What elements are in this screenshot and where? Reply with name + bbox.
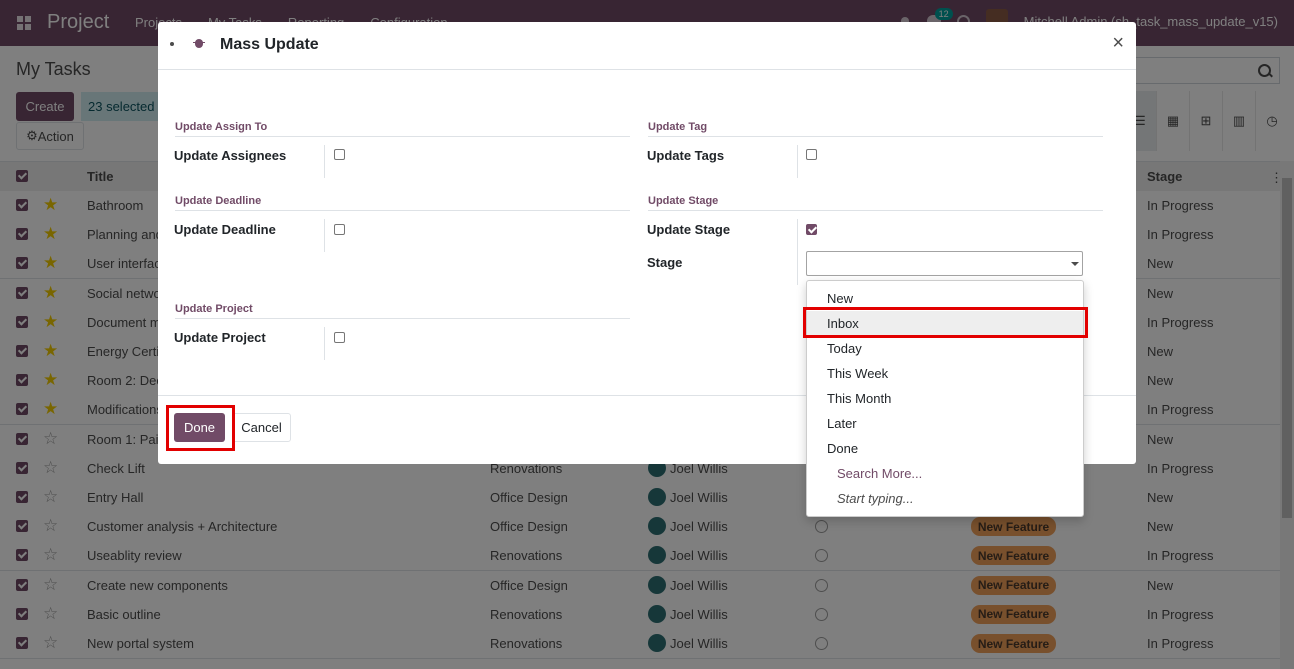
- group-divider: [175, 318, 630, 319]
- update-assignees-label: Update Assignees: [174, 148, 287, 163]
- group-divider: [648, 210, 1103, 211]
- group-divider: [175, 210, 630, 211]
- update-tags-checkbox[interactable]: [806, 149, 817, 160]
- bug-icon: [193, 37, 205, 49]
- field-separator: [797, 145, 798, 178]
- chevron-down-icon[interactable]: [1071, 262, 1079, 266]
- group-tag-title: Update Tag: [648, 121, 708, 133]
- stage-option-later[interactable]: Later: [807, 411, 1083, 436]
- search-more-link[interactable]: Search More...: [807, 461, 1083, 486]
- field-separator: [324, 145, 325, 178]
- dialog-header: Mass Update ×: [158, 22, 1136, 70]
- update-deadline-label: Update Deadline: [174, 222, 276, 237]
- update-tags-label: Update Tags: [647, 148, 725, 163]
- group-divider: [648, 136, 1103, 137]
- field-separator: [324, 327, 325, 360]
- field-separator: [324, 219, 325, 252]
- update-project-label: Update Project: [174, 330, 266, 345]
- group-project-title: Update Project: [175, 303, 253, 315]
- stage-field-label: Stage: [647, 255, 683, 270]
- group-stage-title: Update Stage: [648, 195, 719, 207]
- update-deadline-checkbox[interactable]: [334, 224, 345, 235]
- done-button-highlight: [166, 405, 235, 451]
- stage-option-this-month[interactable]: This Month: [807, 386, 1083, 411]
- update-stage-label: Update Stage: [647, 222, 731, 237]
- start-typing-hint: Start typing...: [837, 491, 914, 506]
- stage-option-today[interactable]: Today: [807, 336, 1083, 361]
- cancel-button[interactable]: Cancel: [232, 413, 291, 442]
- update-assignees-checkbox[interactable]: [334, 149, 345, 160]
- update-stage-checkbox[interactable]: [806, 224, 817, 235]
- inbox-option-highlight: [803, 307, 1088, 338]
- dialog-title: Mass Update: [220, 36, 319, 53]
- close-icon[interactable]: ×: [1112, 33, 1124, 53]
- stage-option-done[interactable]: Done: [807, 436, 1083, 461]
- stage-select[interactable]: [806, 251, 1083, 276]
- field-separator: [797, 219, 798, 285]
- bullet-icon: [170, 42, 174, 46]
- group-divider: [175, 136, 630, 137]
- stage-option-this-week[interactable]: This Week: [807, 361, 1083, 386]
- group-deadline-title: Update Deadline: [175, 195, 262, 207]
- group-assign-title: Update Assign To: [175, 121, 268, 133]
- update-project-checkbox[interactable]: [334, 332, 345, 343]
